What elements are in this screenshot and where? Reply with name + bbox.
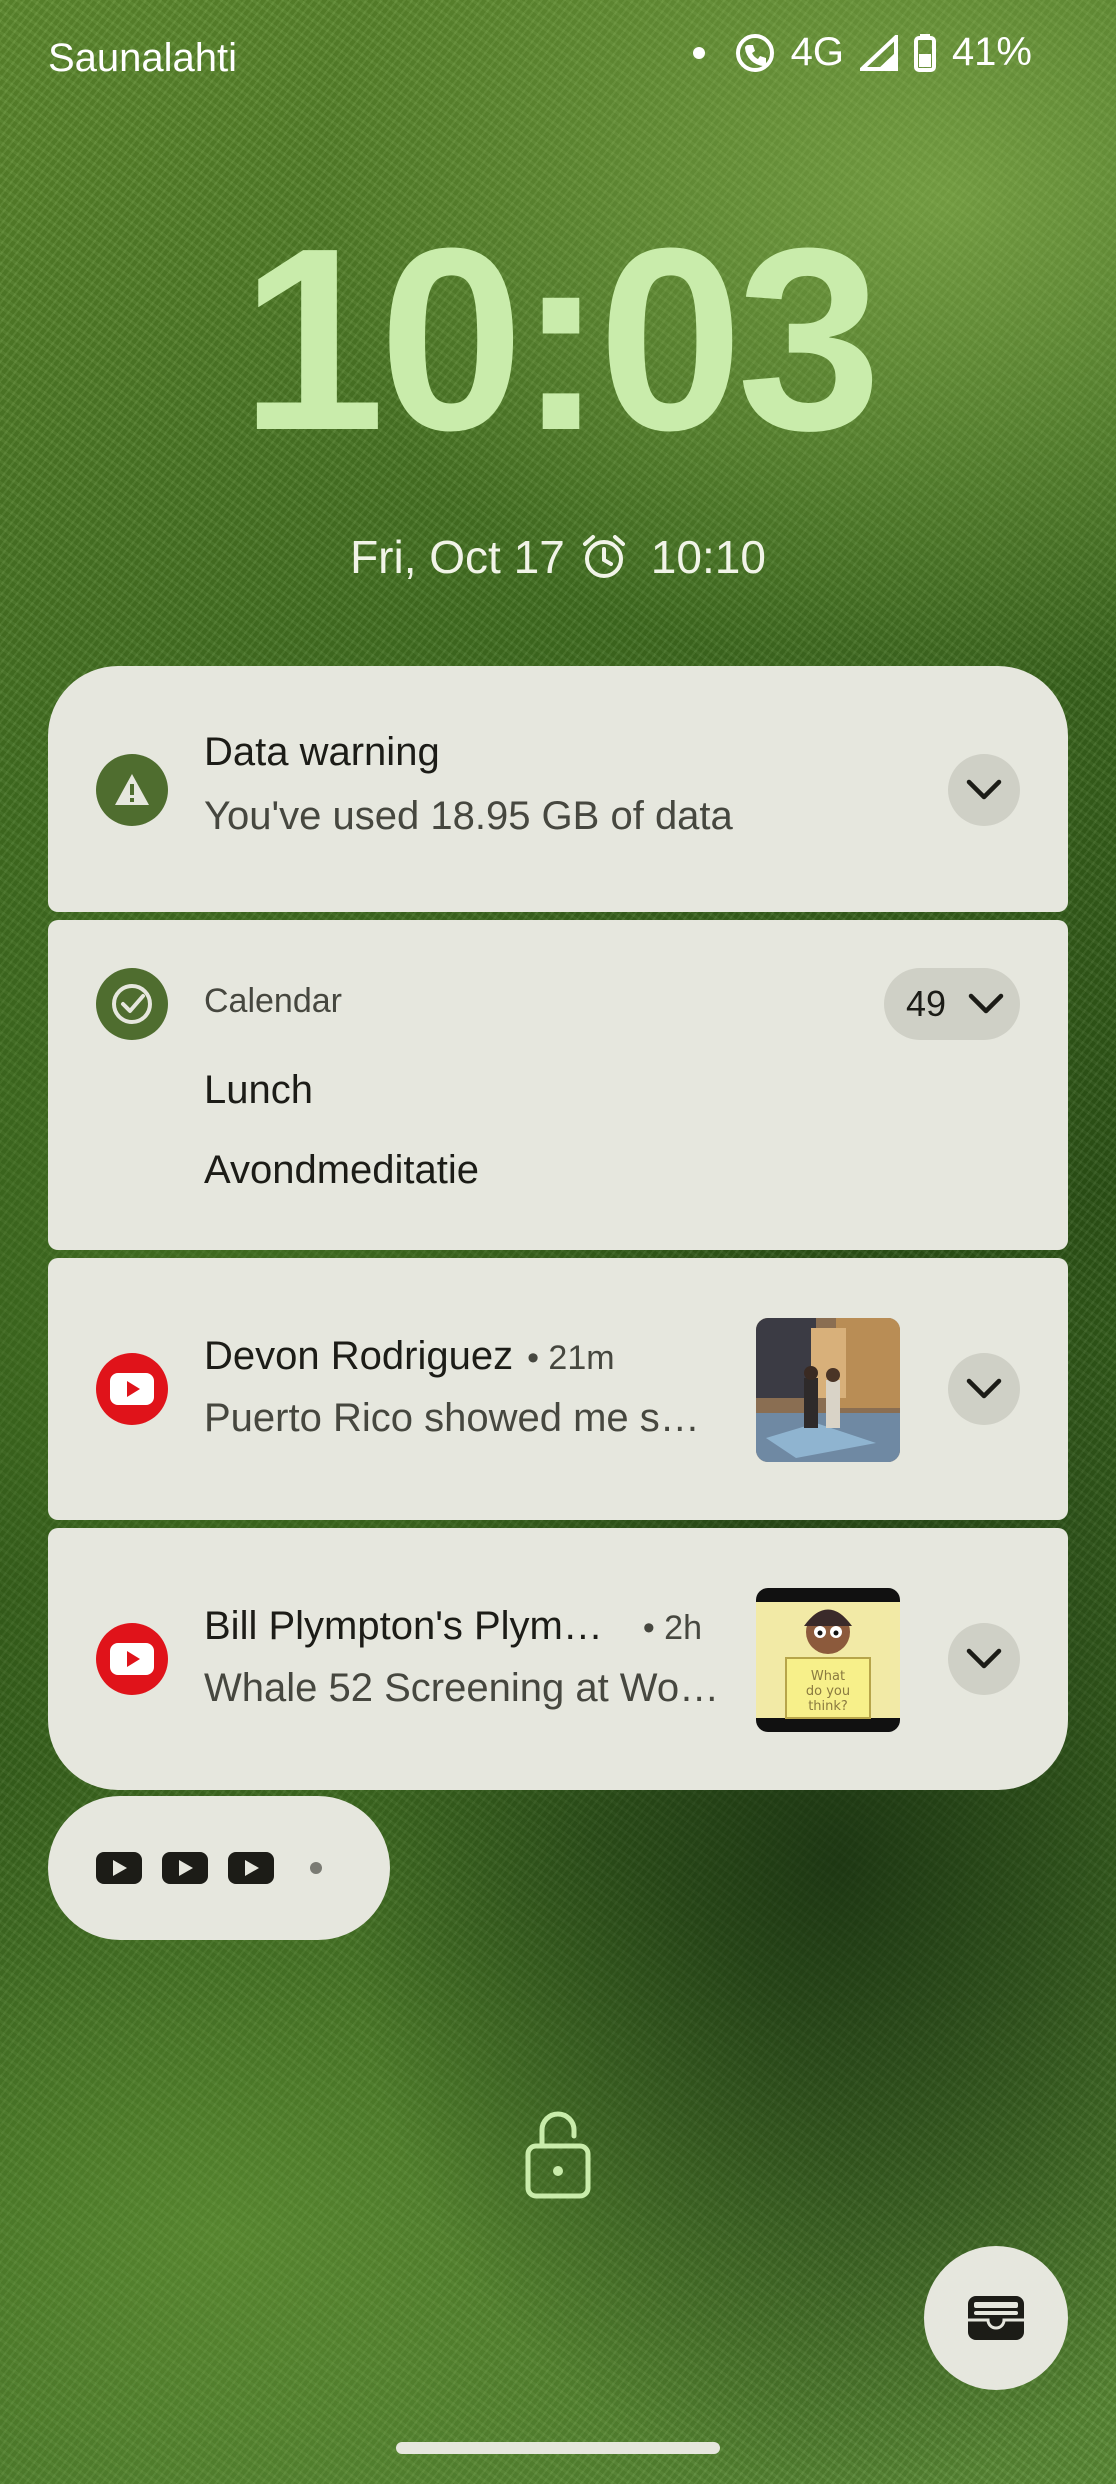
youtube-icon <box>96 1623 168 1695</box>
svg-text:think?: think? <box>808 1699 848 1714</box>
video-thumbnail <box>756 1318 900 1462</box>
check-circle-icon <box>96 968 168 1040</box>
calendar-event: Lunch <box>204 1068 313 1112</box>
app-name: Calendar <box>204 982 342 1020</box>
notification-text: Puerto Rico showed me s… <box>204 1396 700 1440</box>
svg-text:do you: do you <box>806 1684 850 1699</box>
youtube-icon <box>96 1353 168 1425</box>
expand-button[interactable] <box>948 754 1020 826</box>
wifi-calling-icon <box>735 33 774 72</box>
notification-time: • 21m <box>527 1339 615 1377</box>
video-thumbnail: What do you think? <box>756 1588 900 1732</box>
date-alarm-line[interactable]: Fri, Oct 17 10:10 <box>0 530 1116 584</box>
notification-youtube[interactable]: Devon Rodriguez • 21m Puerto Rico showed… <box>48 1258 1068 1520</box>
network-type: 4G <box>790 30 844 74</box>
status-bar: Saunalahti 4G 41% <box>0 0 1116 120</box>
home-gesture-handle[interactable] <box>396 2442 720 2454</box>
alarm-time: 10:10 <box>650 531 766 583</box>
expand-button[interactable] <box>948 1623 1020 1695</box>
notification-title: Devon Rodriguez <box>204 1334 514 1378</box>
expand-button[interactable] <box>948 1353 1020 1425</box>
notification-data-warning[interactable]: Data warning You've used 18.95 GB of dat… <box>48 666 1068 912</box>
wallet-icon <box>968 2296 1024 2340</box>
carrier-name: Saunalahti <box>48 36 238 80</box>
notification-header: Bill Plympton's Plym… • 2h <box>204 1604 702 1649</box>
notification-text: Whale 52 Screening at Wo… <box>204 1666 720 1710</box>
warning-icon <box>96 754 168 826</box>
notification-count: 49 <box>906 983 947 1024</box>
notification-youtube[interactable]: Bill Plympton's Plym… • 2h Whale 52 Scre… <box>48 1528 1068 1790</box>
chevron-down-icon <box>968 993 1004 1014</box>
more-dot-icon <box>310 1862 322 1874</box>
chevron-down-icon <box>966 1378 1002 1399</box>
status-icons: 4G 41% <box>692 30 1032 75</box>
chevron-down-icon <box>966 779 1002 800</box>
notification-shelf[interactable] <box>48 1796 390 1940</box>
notification-count-button[interactable]: 49 <box>884 968 1020 1040</box>
lockscreen-clock: 10:03 <box>240 195 882 485</box>
chevron-down-icon <box>966 1648 1002 1669</box>
notification-text: You've used 18.95 GB of data <box>204 794 733 838</box>
youtube-icon <box>96 1852 142 1884</box>
notification-header: Devon Rodriguez • 21m <box>204 1334 615 1379</box>
signal-icon <box>859 34 898 71</box>
svg-text:What: What <box>811 1669 845 1684</box>
alarm-icon <box>582 535 625 578</box>
date-text: Fri, Oct 17 <box>350 531 565 583</box>
notification-calendar[interactable]: Calendar 49 Lunch Avondmeditatie <box>48 920 1068 1250</box>
calendar-event: Avondmeditatie <box>204 1148 479 1192</box>
battery-percent: 41% <box>951 30 1032 74</box>
notification-title: Bill Plympton's Plym… <box>204 1604 603 1648</box>
notification-dot-icon <box>692 46 705 59</box>
youtube-icon <box>228 1852 274 1884</box>
battery-icon <box>913 33 936 72</box>
wallet-button[interactable] <box>924 2246 1068 2390</box>
notification-title: Data warning <box>204 730 440 774</box>
lock-icon[interactable] <box>522 2106 594 2202</box>
notification-time: • 2h <box>642 1609 702 1647</box>
youtube-icon <box>162 1852 208 1884</box>
